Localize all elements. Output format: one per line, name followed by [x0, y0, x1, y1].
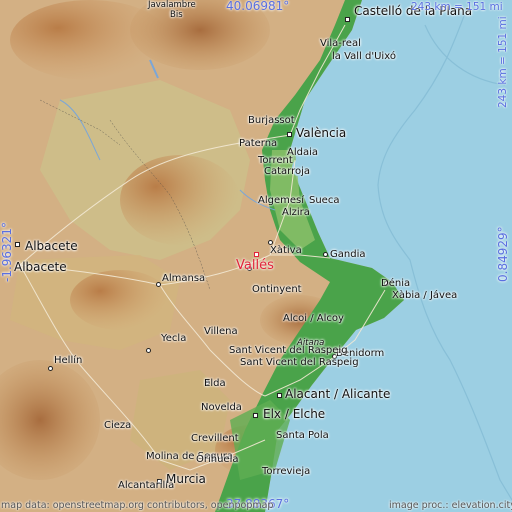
place-label: Torrevieja — [262, 466, 311, 477]
place-label: Elx / Elche — [263, 407, 326, 421]
place-label: Novelda — [201, 402, 242, 413]
place-label: Sant Vicent del Raspeig — [229, 345, 348, 356]
place-label: Sant Vicent del Raspeig — [240, 357, 359, 368]
place-label: Burjassot — [248, 115, 295, 126]
place-label: la Vall d'Uixó — [332, 51, 396, 62]
west-coordinate: -1.96321° — [0, 222, 14, 282]
place-marker-castello — [345, 17, 350, 22]
place-label: Orihuela — [196, 454, 239, 465]
place-label: Albacete — [14, 260, 67, 274]
place-label: Alcoi / Alcoy — [283, 313, 344, 324]
place-label: Xàbia / Jávea — [392, 290, 458, 301]
elevation-map[interactable]: Javalambre Bis Castelló de la Plana Vila… — [0, 0, 512, 512]
place-label: Yecla — [161, 333, 187, 344]
place-marker-yecla — [146, 348, 151, 353]
place-marker-elche — [253, 413, 258, 418]
place-label: Murcia — [166, 472, 206, 486]
place-label: Alzira — [282, 207, 310, 218]
map-data-credit: map data: openstreetmap.org contributors… — [1, 500, 274, 511]
place-label: Villena — [204, 326, 238, 337]
vertical-scale: 243 km = 151 mi — [497, 16, 509, 108]
place-label: Catarroja — [264, 166, 311, 177]
target-place-label: Vallés — [236, 258, 274, 273]
place-label: Algemesí — [258, 195, 305, 206]
place-marker-hellin — [48, 366, 53, 371]
place-marker-almansa — [156, 282, 161, 287]
place-label: València — [296, 126, 347, 140]
place-marker-alicante — [277, 393, 282, 398]
place-label: Crevillent — [191, 433, 239, 444]
place-marker-gandia — [323, 252, 328, 257]
place-label: Xàtiva — [270, 245, 302, 256]
place-label: Albacete — [25, 239, 78, 253]
place-marker-valencia — [287, 132, 292, 137]
horizontal-scale: 243 km = 151 mi — [411, 1, 503, 13]
place-label: Ontinyent — [252, 284, 302, 295]
place-label: Paterna — [239, 138, 278, 149]
place-label: Santa Pola — [276, 430, 329, 441]
target-marker — [254, 252, 259, 257]
place-label: Elda — [204, 378, 226, 389]
place-label: Dénia — [381, 278, 411, 289]
east-coordinate: 0.84929° — [496, 226, 510, 282]
north-coordinate: 40.06981° — [226, 0, 290, 13]
place-label: Alacant / Alicante — [285, 387, 391, 401]
place-label: Gandia — [330, 249, 366, 260]
place-label: Bis — [170, 10, 183, 20]
place-label: Cieza — [104, 420, 132, 431]
place-label: Vila-real — [320, 38, 361, 49]
place-marker-albacete — [15, 242, 20, 247]
place-label: Almansa — [162, 273, 206, 284]
image-processing-credit: image proc.: elevation.city — [389, 500, 512, 511]
place-label: Hellín — [54, 355, 83, 366]
place-label: Sueca — [309, 195, 340, 206]
